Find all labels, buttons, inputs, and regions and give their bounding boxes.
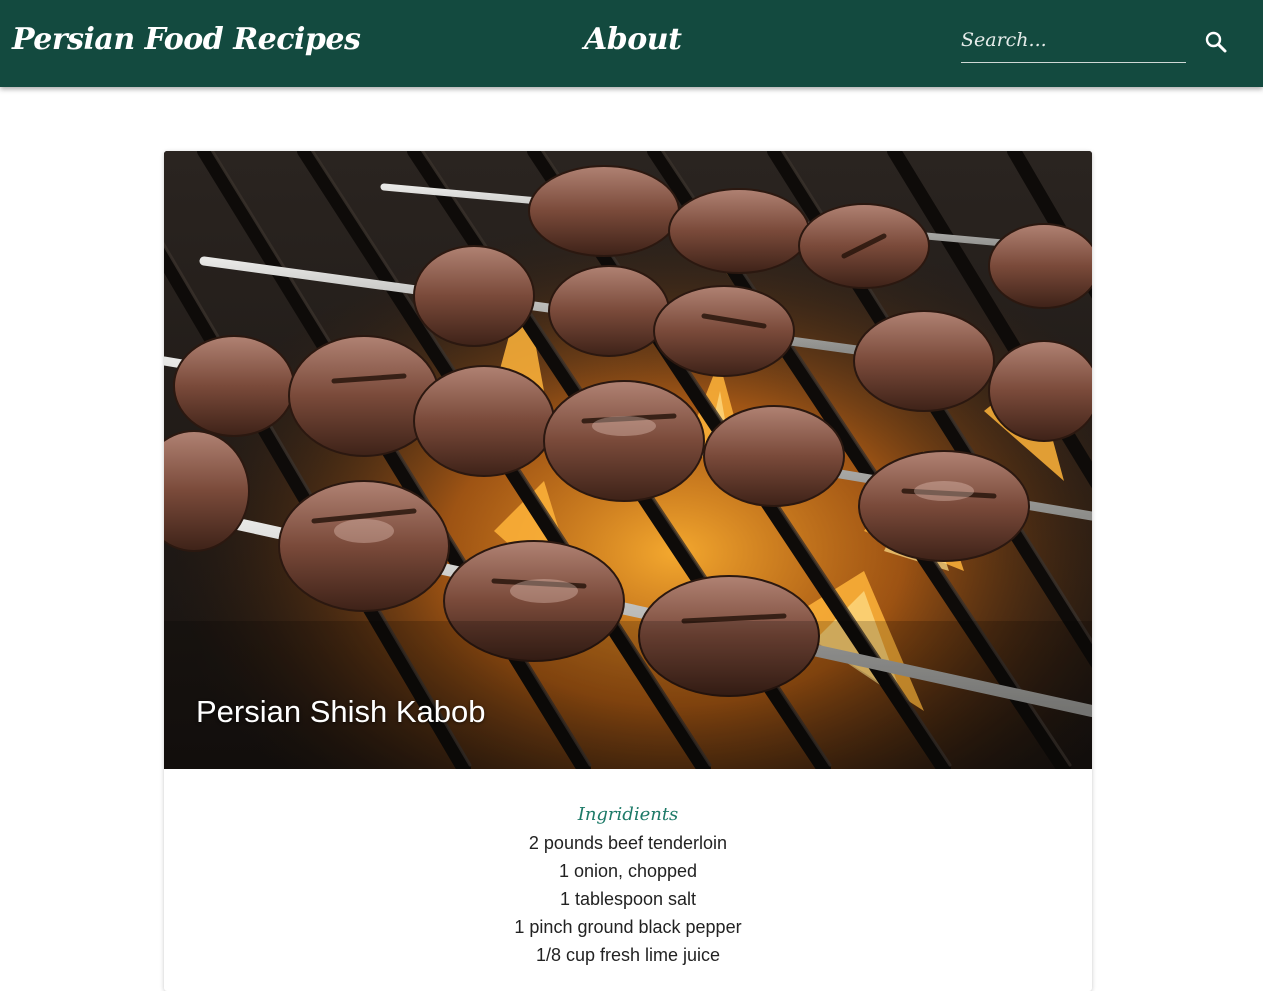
ingredient-item: 1 tablespoon salt [559, 889, 697, 909]
ingredient-item: 1/8 cup fresh lime juice [535, 945, 721, 965]
ingredients-heading: Ingridients [577, 804, 679, 825]
ingredient-item: 1 pinch ground black pepper [514, 917, 742, 937]
ingredient-list: 2 pounds beef tenderloin 1 onion, choppe… [164, 829, 1092, 969]
recipe-title: Persian Shish Kabob [196, 694, 486, 729]
top-navbar: Persian Food Recipes About [0, 0, 1263, 87]
about-link[interactable]: About [584, 22, 682, 57]
kabob-photo: Persian Shish Kabob [164, 151, 1092, 769]
ingredient-item: 2 pounds beef tenderloin [528, 833, 728, 853]
recipe-content: Ingridients 2 pounds beef tenderloin 1 o… [164, 801, 1092, 969]
search-icon [1205, 31, 1227, 53]
search-input[interactable] [961, 18, 1186, 63]
recipe-card: Persian Shish Kabob Ingridients 2 pounds… [164, 151, 1092, 991]
brand-link[interactable]: Persian Food Recipes [12, 22, 361, 57]
ingredient-item: 1 onion, chopped [558, 861, 698, 881]
search-button[interactable] [1202, 28, 1230, 56]
grilled-kabob-image [164, 151, 1092, 769]
